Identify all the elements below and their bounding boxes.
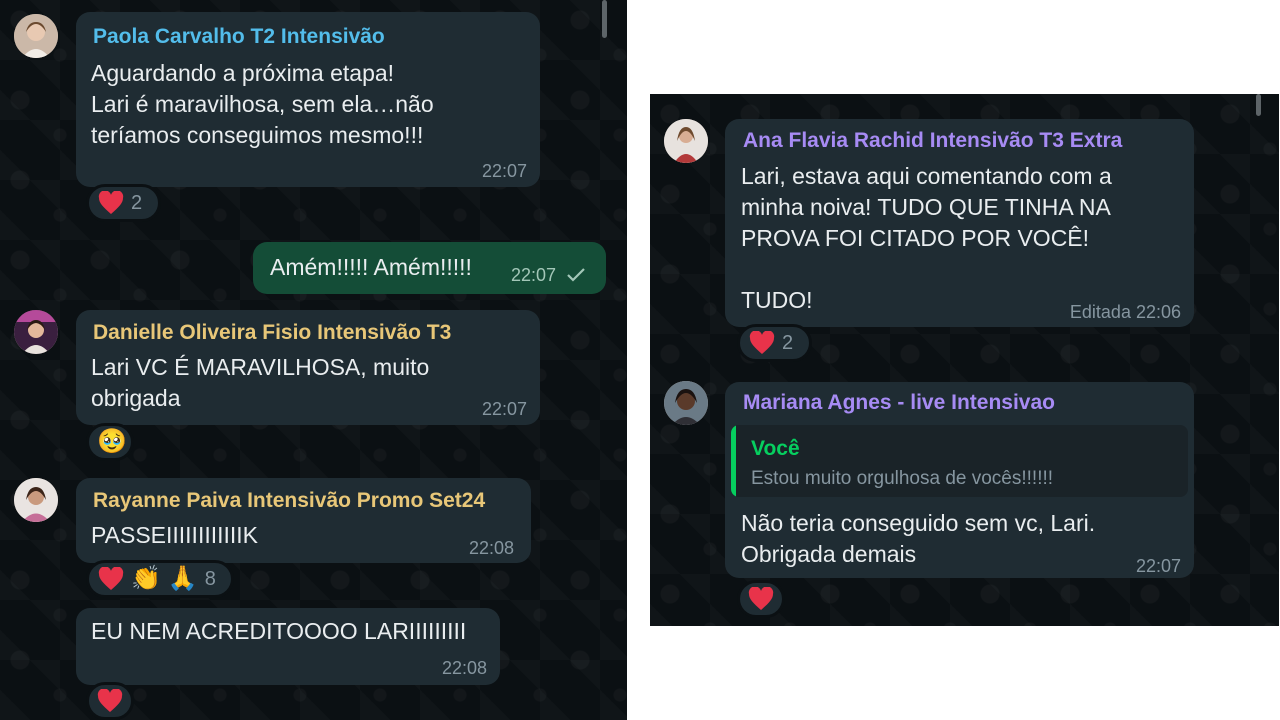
message-text: PASSEIIIIIIIIIIIIK	[91, 522, 259, 548]
sender-name[interactable]: Danielle Oliveira Fisio Intensivão T3	[93, 321, 451, 345]
folded-hands-icon: 🙏	[167, 565, 198, 592]
message-time: Editada 22:06	[1069, 302, 1181, 322]
reaction-count: 2	[131, 191, 143, 214]
message-text: Lari, estava aqui comentando com a minha…	[741, 163, 1112, 313]
sender-name[interactable]: Ana Flavia Rachid Intensivão T3 Extra	[743, 129, 1122, 153]
message-bubble[interactable]: EU NEM ACREDITOOOO LARIIIIIIIII 22:08	[76, 608, 500, 685]
message-text: Amém!!!!! Amém!!!!!	[270, 254, 472, 280]
reaction-badge[interactable]	[86, 682, 134, 720]
avatar[interactable]	[14, 14, 58, 58]
message-time: 22:07	[481, 399, 527, 419]
heart-icon	[748, 587, 774, 610]
clapping-hands-icon: 👏	[131, 565, 161, 592]
reaction-badge[interactable]: 🥹	[86, 423, 134, 461]
message-text: Não teria conseguido sem vc, Lari. Obrig…	[741, 510, 1096, 567]
message-bubble[interactable]: Mariana Agnes - live Intensivao Você Est…	[725, 382, 1194, 578]
check-icon	[567, 268, 585, 282]
message-bubble[interactable]: Paola Carvalho T2 Intensivão Aguardando …	[76, 12, 540, 187]
reaction-badge[interactable]	[737, 580, 785, 618]
heart-icon	[97, 689, 123, 712]
message-time: 22:07	[511, 265, 557, 285]
message-time: 22:07	[481, 161, 527, 181]
message-bubble[interactable]: Danielle Oliveira Fisio Intensivão T3 La…	[76, 310, 540, 425]
message-time: 22:08	[468, 538, 514, 558]
heart-icon	[749, 331, 775, 354]
sender-name[interactable]: Rayanne Paiva Intensivão Promo Set24	[93, 489, 485, 513]
avatar[interactable]	[664, 381, 708, 425]
message-text: Lari VC É MARAVILHOSA, muito obrigada	[91, 354, 430, 411]
quote-accent-bar	[731, 425, 736, 497]
right-chat-panel[interactable]: Ana Flavia Rachid Intensivão T3 Extra La…	[650, 94, 1279, 626]
scrollbar-thumb[interactable]	[1256, 94, 1261, 116]
avatar[interactable]	[664, 119, 708, 163]
pleading-face-icon: 🥹	[97, 428, 127, 455]
message-bubble[interactable]: Rayanne Paiva Intensivão Promo Set24 PAS…	[76, 478, 531, 563]
quoted-message[interactable]: Você Estou muito orgulhosa de vocês!!!!!…	[731, 425, 1188, 497]
message-text: Aguardando a próxima etapa! Lari é marav…	[91, 60, 434, 148]
reaction-count: 2	[782, 331, 794, 354]
avatar[interactable]	[14, 478, 58, 522]
scrollbar-thumb[interactable]	[602, 0, 607, 38]
quote-sender: Você	[751, 437, 800, 460]
heart-icon	[98, 567, 124, 590]
reaction-badge[interactable]: 2	[86, 184, 161, 222]
reaction-badge[interactable]: 2	[737, 324, 812, 362]
message-bubble[interactable]: Ana Flavia Rachid Intensivão T3 Extra La…	[725, 119, 1194, 327]
sender-name[interactable]: Paola Carvalho T2 Intensivão	[93, 25, 385, 49]
heart-icon	[98, 191, 124, 214]
sender-name[interactable]: Mariana Agnes - live Intensivao	[743, 391, 1055, 415]
quote-text: Estou muito orgulhosa de vocês!!!!!!	[751, 468, 1054, 489]
avatar[interactable]	[14, 310, 58, 354]
message-bubble-outgoing[interactable]: Amém!!!!! Amém!!!!! 22:07	[253, 242, 606, 294]
reaction-badge[interactable]: 👏 🙏 8	[86, 560, 234, 598]
message-time: 22:08	[441, 658, 487, 678]
reaction-count: 8	[204, 567, 216, 590]
left-chat-panel[interactable]: Paola Carvalho T2 Intensivão Aguardando …	[0, 0, 627, 720]
message-text: EU NEM ACREDITOOOO LARIIIIIIIII	[91, 618, 467, 644]
message-time: 22:07	[1135, 556, 1181, 576]
